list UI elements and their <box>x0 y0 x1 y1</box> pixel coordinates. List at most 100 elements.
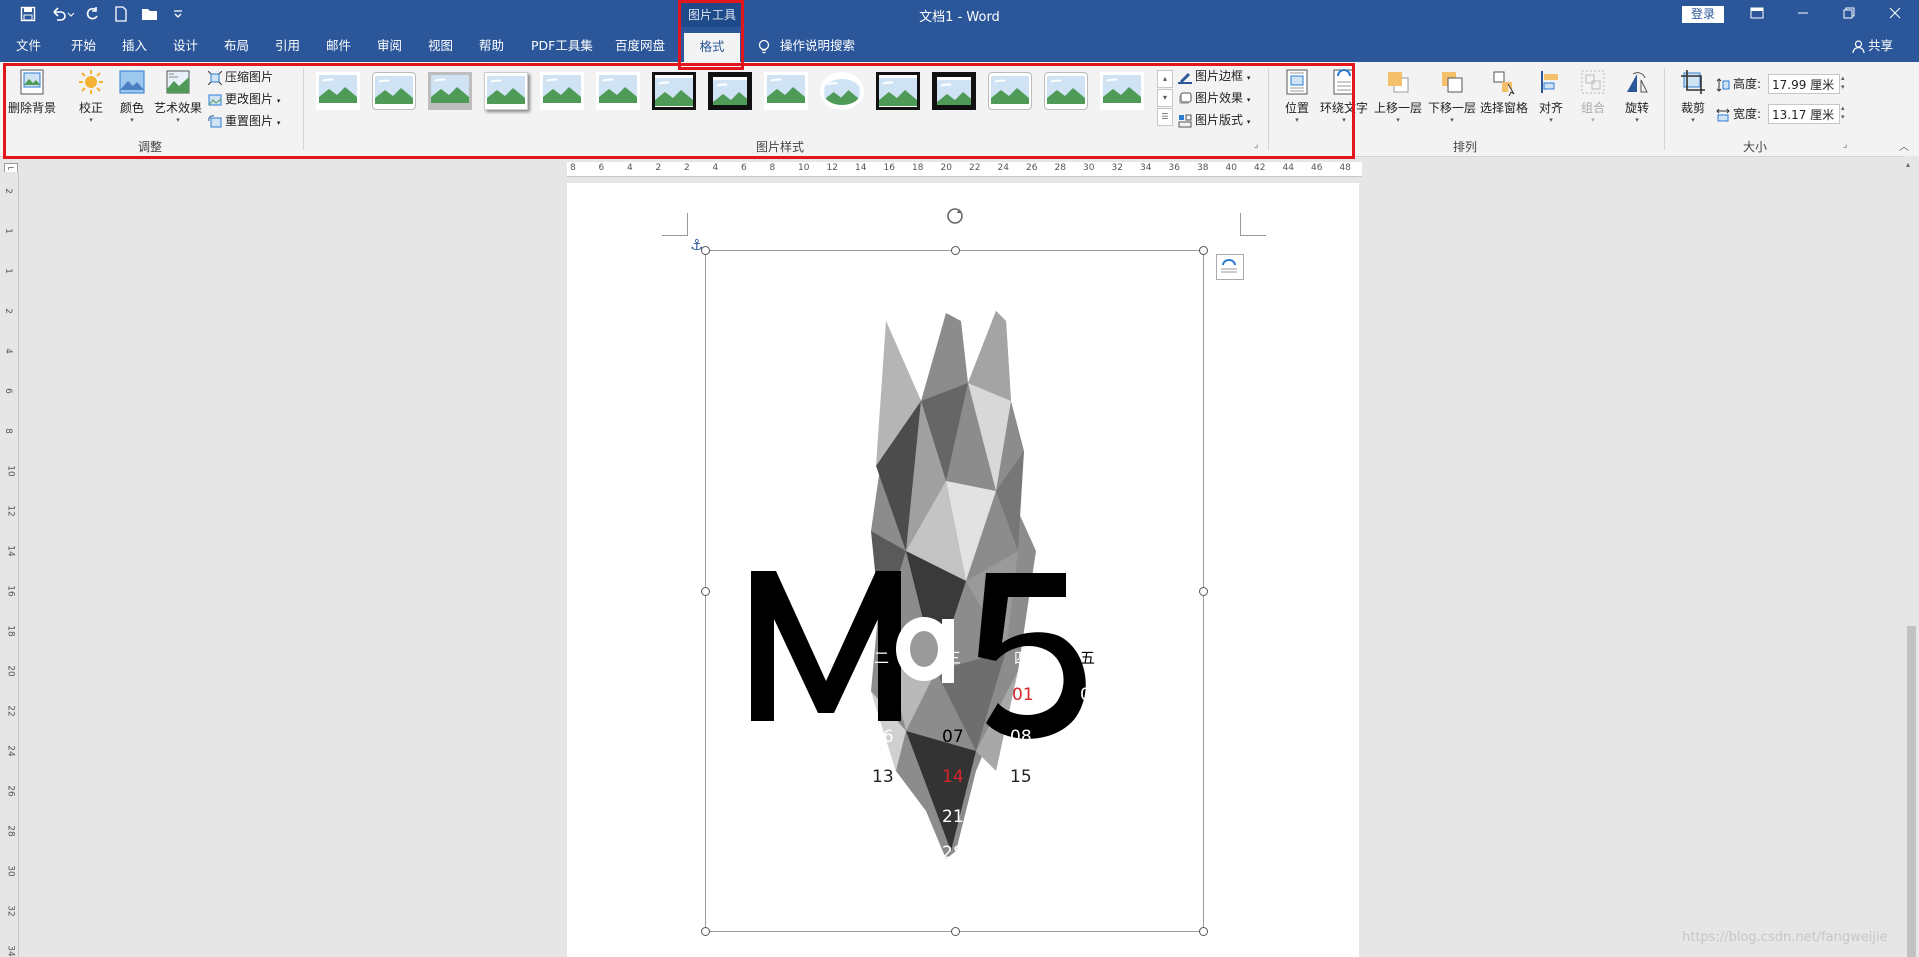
tab-help[interactable]: 帮助 <box>479 30 504 62</box>
crop-button[interactable]: 裁剪 ▾ <box>1676 68 1710 124</box>
person-icon <box>1852 39 1865 53</box>
rotate-button[interactable]: 旋转 ▾ <box>1620 68 1654 124</box>
width-input[interactable]: 13.17 厘米 <box>1768 104 1840 124</box>
picture-style-12[interactable] <box>932 72 978 112</box>
wrap-text-button[interactable]: 环绕文字 ▾ <box>1318 68 1370 124</box>
picture-style-10[interactable] <box>820 72 866 112</box>
resize-handle-s[interactable] <box>951 927 960 936</box>
picture-style-1[interactable] <box>316 72 362 112</box>
date-cell: 01 <box>1012 685 1034 705</box>
restore-icon[interactable] <box>1826 0 1872 30</box>
scroll-thumb[interactable] <box>1907 626 1916 957</box>
artistic-effects-button[interactable]: 艺术效果 ▾ <box>152 68 204 124</box>
picture-style-8[interactable] <box>708 72 754 112</box>
tab-layout[interactable]: 布局 <box>224 30 249 62</box>
compress-pictures-button[interactable]: 压缩图片 <box>208 67 273 87</box>
tab-review[interactable]: 审阅 <box>377 30 402 62</box>
artistic-effects-icon <box>166 70 190 94</box>
ruler-tick-label: 18 <box>912 163 924 173</box>
picture-layout-icon <box>1178 114 1192 127</box>
tab-mailings[interactable]: 邮件 <box>326 30 351 62</box>
rotation-handle[interactable] <box>944 205 966 227</box>
tab-home[interactable]: 开始 <box>71 30 96 62</box>
vertical-scrollbar[interactable]: ▴ <box>1904 156 1919 957</box>
width-label-row: 宽度: <box>1716 104 1761 124</box>
picture-style-5[interactable] <box>540 72 586 112</box>
ruler-tick-label: 42 <box>1254 163 1266 173</box>
login-button[interactable]: 登录 <box>1682 6 1724 23</box>
height-spinner[interactable]: ▴ ▾ <box>1841 74 1845 92</box>
position-button[interactable]: 位置 ▾ <box>1280 68 1314 124</box>
picture-effects-button[interactable]: 图片效果 ▾ <box>1178 88 1250 108</box>
picture-style-3[interactable] <box>428 72 474 112</box>
size-dialog-launcher[interactable]: ⌟ <box>1843 140 1847 150</box>
width-spinner[interactable]: ▴ ▾ <box>1841 104 1845 122</box>
resize-handle-ne[interactable] <box>1199 246 1208 255</box>
change-picture-button[interactable]: 更改图片 ▾ <box>208 89 280 109</box>
close-icon[interactable] <box>1872 0 1918 30</box>
ruler-tick-label: 24 <box>997 163 1009 173</box>
tell-me-search[interactable]: 操作说明搜索 <box>758 30 855 62</box>
resize-handle-nw[interactable] <box>701 246 710 255</box>
send-backward-button[interactable]: 下移一层 ▾ <box>1426 68 1478 124</box>
resize-handle-w[interactable] <box>701 587 710 596</box>
tab-format[interactable]: 格式 <box>684 33 740 62</box>
gallery-more-button[interactable]: ☰ <box>1157 108 1173 126</box>
reset-picture-button[interactable]: 重置图片 ▾ <box>208 111 280 131</box>
picture-style-11[interactable] <box>876 72 922 112</box>
height-icon <box>1716 77 1730 92</box>
date-cell: 9 <box>1088 727 1099 747</box>
align-button[interactable]: 对齐 ▾ <box>1534 68 1568 124</box>
weekday-label: 二 <box>874 649 890 667</box>
gallery-scroll-down-button[interactable]: ▾ <box>1157 89 1173 107</box>
tab-view[interactable]: 视图 <box>428 30 453 62</box>
share-button[interactable]: 共享 <box>1852 30 1893 62</box>
ribbon-display-icon[interactable] <box>1734 0 1780 30</box>
picture-style-6[interactable] <box>596 72 642 112</box>
ruler-tick-label: 22 <box>5 705 16 717</box>
layout-options-button[interactable] <box>1216 254 1244 280</box>
scroll-up-arrow[interactable]: ▴ <box>1906 160 1910 169</box>
tab-insert[interactable]: 插入 <box>122 30 147 62</box>
resize-handle-se[interactable] <box>1199 927 1208 936</box>
color-button[interactable]: 颜色 ▾ <box>115 68 149 124</box>
wrap-text-label: 环绕文字 <box>1319 101 1368 115</box>
picture-style-9[interactable] <box>764 72 810 112</box>
minimize-icon[interactable] <box>1780 0 1826 30</box>
picture-border-button[interactable]: 图片边框 ▾ <box>1178 66 1250 86</box>
tab-references[interactable]: 引用 <box>275 30 300 62</box>
ruler-tick-label: 14 <box>5 545 16 557</box>
tab-design[interactable]: 设计 <box>173 30 198 62</box>
picture-layout-button[interactable]: 图片版式 ▾ <box>1178 110 1250 130</box>
picture-style-2[interactable] <box>372 72 418 112</box>
picture-style-15[interactable] <box>1100 72 1146 112</box>
bring-forward-button[interactable]: 上移一层 ▾ <box>1372 68 1424 124</box>
tab-baidu-netdisk[interactable]: 百度网盘 <box>615 30 665 62</box>
height-input[interactable]: 17.99 厘米 <box>1768 74 1840 94</box>
selected-picture[interactable]: 二 三 四 五 01 劳动节 0 06 07 08 9 13 14 15 21 … <box>701 246 1208 936</box>
ruler-tick-label: 38 <box>1197 163 1209 173</box>
picture-style-7[interactable] <box>652 72 698 112</box>
resize-handle-sw[interactable] <box>701 927 710 936</box>
picture-style-13[interactable] <box>988 72 1034 112</box>
picture-style-14[interactable] <box>1044 72 1090 112</box>
tab-pdf-tools[interactable]: PDF工具集 <box>531 30 593 62</box>
resize-handle-n[interactable] <box>951 246 960 255</box>
remove-background-button[interactable]: 删除背景 <box>6 68 58 116</box>
ruler-tick-label: 4 <box>2 348 13 354</box>
picture-style-4[interactable] <box>484 72 530 112</box>
collapse-ribbon-icon[interactable]: ︿ <box>1899 138 1909 153</box>
selection-pane-button[interactable]: 选择窗格 <box>1478 68 1530 116</box>
gallery-scroll-up-button[interactable]: ▴ <box>1157 70 1173 88</box>
tab-file[interactable]: 文件 <box>16 30 41 62</box>
format-picture-dialog-launcher[interactable]: ⌟ <box>1254 140 1258 150</box>
ruler-tick-label: 12 <box>826 163 838 173</box>
ruler-tick-label: 10 <box>5 465 16 477</box>
horizontal-ruler[interactable]: 8 6 4 2 2 4 6 8 10 12 14 16 18 20 22 24 26 28 30 32 34 36 38 40… <box>567 162 1362 177</box>
margin-mark <box>1240 213 1266 236</box>
corrections-button[interactable]: 校正 ▾ <box>74 68 108 124</box>
group-objects-icon <box>1581 70 1605 94</box>
group-objects-button[interactable]: 组合 ▾ <box>1576 68 1610 124</box>
vertical-ruler[interactable]: 2 1 1 2 4 6 8 10 12 14 16 18 20 22 24 26 28 30 32 34 <box>0 172 19 957</box>
resize-handle-e[interactable] <box>1199 587 1208 596</box>
